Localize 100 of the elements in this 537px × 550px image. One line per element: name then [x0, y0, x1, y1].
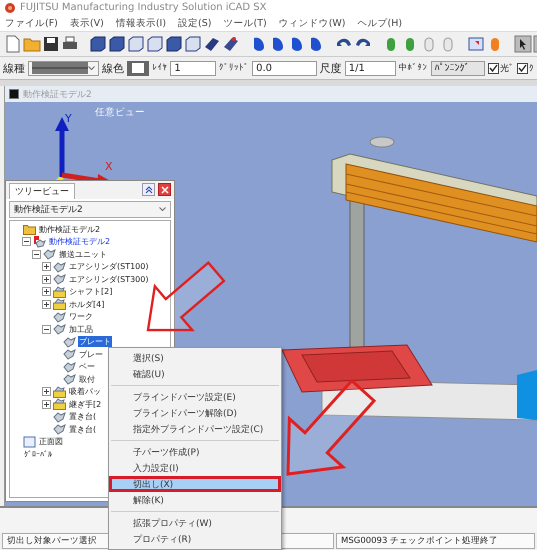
cube-icon[interactable] — [165, 35, 183, 53]
context-menu-item[interactable]: 子パーツ作成(P) — [109, 444, 281, 460]
tree-item[interactable]: シャフト[2] — [68, 286, 114, 298]
collapse-toggle[interactable] — [32, 250, 41, 259]
tree-item[interactable]: エアシリンダ(ST300) — [68, 274, 150, 285]
line-color-label: 線色 — [102, 60, 124, 76]
part-icon — [53, 310, 66, 323]
document-title: 動作検証モデル2 — [23, 88, 92, 100]
middle-button-label: 中ﾎﾞﾀﾝ — [398, 62, 428, 74]
part-icon — [53, 423, 66, 436]
axis-label: X — [105, 160, 113, 173]
context-menu-item[interactable]: 入力設定(I) — [109, 460, 281, 476]
part-icon — [53, 323, 66, 336]
tree-item[interactable]: ワーク — [68, 311, 94, 322]
layer-dropdown[interactable]: 1 — [170, 60, 216, 76]
checkmark-icon — [518, 64, 527, 72]
tree-item[interactable]: 吸着パッ — [68, 386, 102, 398]
collapse-toggle[interactable] — [22, 237, 31, 246]
menu-item[interactable]: ファイル(F) — [5, 16, 58, 30]
expand-toggle[interactable] — [42, 287, 51, 296]
tree-item[interactable]: ブレート — [78, 336, 112, 348]
expand-toggle[interactable] — [42, 262, 51, 272]
part-icon — [63, 336, 76, 348]
status-message: MSG00093 チェックポイント処理終了 — [336, 533, 535, 549]
folder-part-icon — [53, 398, 66, 410]
expand-toggle[interactable] — [42, 400, 51, 409]
tree-item[interactable]: エアシリンダ(ST100) — [68, 261, 150, 272]
expand-toggle[interactable] — [42, 274, 51, 284]
folder-part-icon — [53, 386, 66, 398]
tree-item[interactable]: 正面図 — [38, 436, 64, 448]
tree-item[interactable]: ベー — [78, 361, 96, 372]
folder-part-icon — [53, 286, 66, 298]
part-icon — [63, 373, 76, 386]
tree-item[interactable]: ホルダ[4] — [68, 298, 106, 310]
caret-icon — [88, 66, 95, 70]
collapse-panel-icon[interactable] — [142, 183, 155, 196]
context-menu-item[interactable]: ブラインドパーツ解除(D) — [109, 405, 281, 421]
line-type-label: 線種 — [3, 60, 25, 76]
part-icon — [63, 360, 76, 373]
tree-item[interactable]: 加工品 — [68, 324, 94, 335]
assembly-icon — [33, 236, 46, 248]
part-icon — [63, 348, 76, 360]
part-icon — [43, 248, 56, 260]
tree-item[interactable]: 置き台( — [68, 411, 98, 422]
cube-icon[interactable] — [89, 35, 107, 53]
tree-item[interactable]: 搬送ユニット — [58, 248, 108, 260]
grid-field[interactable]: 0.0 — [252, 60, 317, 76]
save-icon[interactable] — [42, 35, 60, 53]
tree-view-tab[interactable]: ツリービュー — [9, 183, 75, 199]
tree-item[interactable]: 動作検証モデル2 — [48, 236, 112, 248]
cube-icon[interactable] — [108, 35, 126, 53]
menu-item[interactable]: 情報表示(I) — [116, 16, 166, 30]
cube-icon[interactable] — [184, 35, 202, 53]
expand-toggle[interactable] — [42, 300, 51, 309]
line-color-swatch[interactable] — [127, 60, 150, 76]
menu-item[interactable]: ウィンドウ(W) — [278, 16, 346, 30]
window-title: FUJITSU Manufacturing Industry Solution iCAD SX — [20, 2, 266, 13]
menu-item[interactable]: ヘルプ(H) — [358, 16, 402, 30]
tree-item[interactable]: 継ぎ手[2 — [68, 398, 102, 410]
document-icon — [9, 89, 19, 99]
checkmark-icon — [489, 64, 498, 72]
context-menu-item[interactable]: 切出し(X) — [109, 476, 281, 492]
cube-icon[interactable] — [146, 35, 164, 53]
part-icon — [53, 260, 66, 273]
menu-item[interactable]: 設定(S) — [178, 16, 212, 30]
checkbox[interactable]: 光ﾞ — [488, 62, 514, 74]
scale-dropdown[interactable]: 1/1 — [344, 60, 396, 76]
menu-item[interactable]: 表示(V) — [70, 16, 104, 30]
tree-item[interactable]: 取付 — [78, 374, 96, 385]
axis-label: Y — [65, 112, 72, 125]
menu-item[interactable]: ツール(T) — [223, 16, 267, 30]
expand-toggle[interactable] — [42, 387, 51, 396]
part-icon — [53, 410, 66, 423]
view-label: 任意ビュー — [95, 106, 145, 119]
context-menu-item[interactable]: 選択(S) — [109, 350, 281, 366]
close-icon[interactable] — [158, 183, 171, 196]
model-dropdown[interactable]: 動作検証モデル2 — [9, 201, 171, 218]
tree-item[interactable]: 動作検証モデル2 — [38, 224, 102, 235]
context-menu-item[interactable]: 確認(U) — [109, 366, 281, 382]
collapse-toggle[interactable] — [42, 324, 51, 334]
tree-item[interactable]: 置き台( — [68, 424, 98, 435]
view-icon — [23, 436, 36, 448]
line-type-dropdown[interactable] — [28, 60, 99, 76]
context-menu-item[interactable]: ブラインドパーツ設定(E) — [109, 389, 281, 405]
grid-label: ｸﾞﾘｯﾄﾞ — [219, 63, 250, 73]
context-menu-item[interactable]: 拡張プロパティ(W) — [109, 515, 281, 531]
middle-button-dropdown[interactable]: ﾊﾟﾝﾆﾝｸﾞ — [430, 60, 485, 76]
scale-label: 尺度 — [320, 60, 342, 76]
new-file-icon[interactable] — [4, 35, 22, 53]
tree-item[interactable]: ｸﾞﾛｰﾊﾞﾙ — [23, 450, 53, 459]
app-logo-icon — [4, 2, 16, 14]
context-menu-item[interactable]: 解除(K) — [109, 492, 281, 508]
folder-part-icon — [53, 298, 66, 310]
caret-icon — [159, 207, 166, 212]
context-menu-item[interactable]: 指定外ブラインドパーツ設定(C) — [109, 421, 281, 437]
layer-label: ﾚｲﾔ — [152, 63, 168, 73]
tree-item[interactable]: ブレー — [78, 348, 104, 360]
cube-icon[interactable] — [127, 35, 145, 53]
folder-icon — [23, 223, 36, 236]
window-icon[interactable] — [467, 35, 485, 53]
